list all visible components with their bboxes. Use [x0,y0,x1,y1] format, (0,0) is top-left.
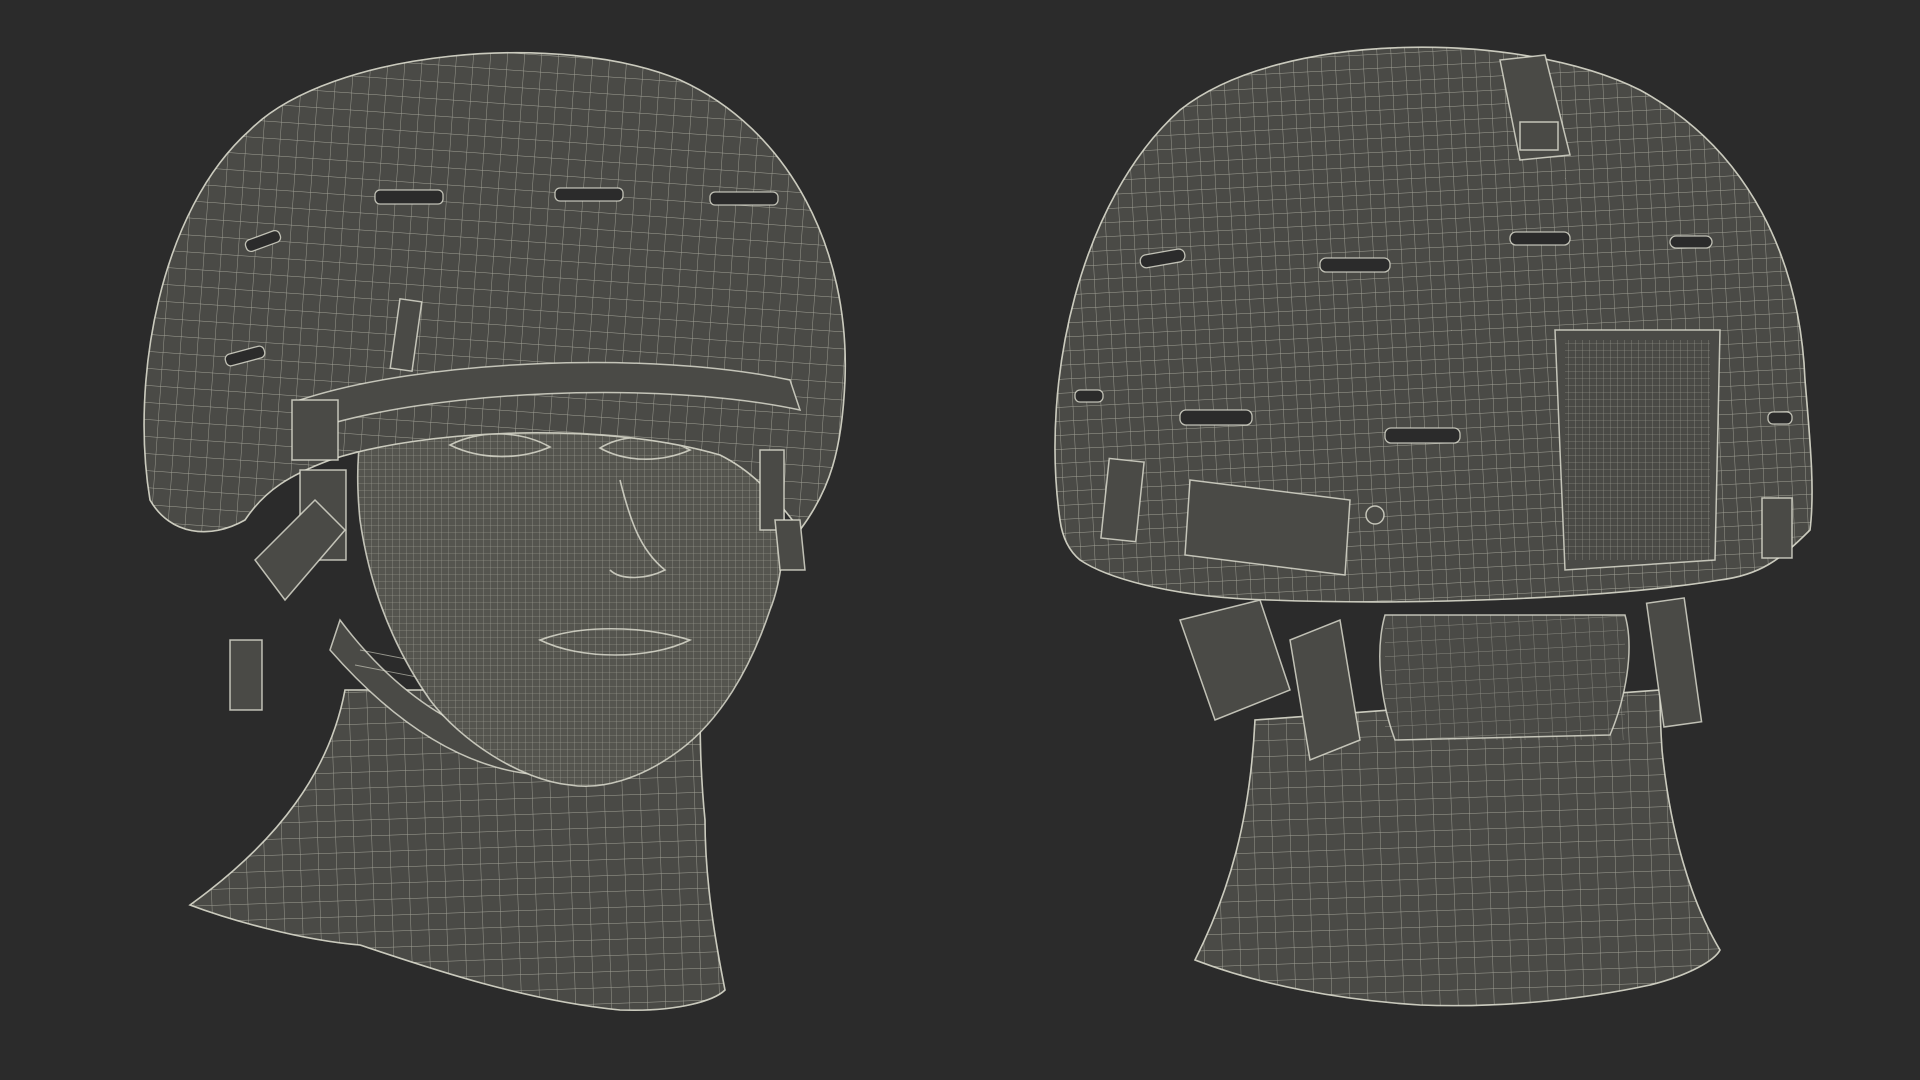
back-view-head [1054,46,1813,1007]
wireframe-render [143,46,1813,1012]
front-view-head [143,51,847,1012]
